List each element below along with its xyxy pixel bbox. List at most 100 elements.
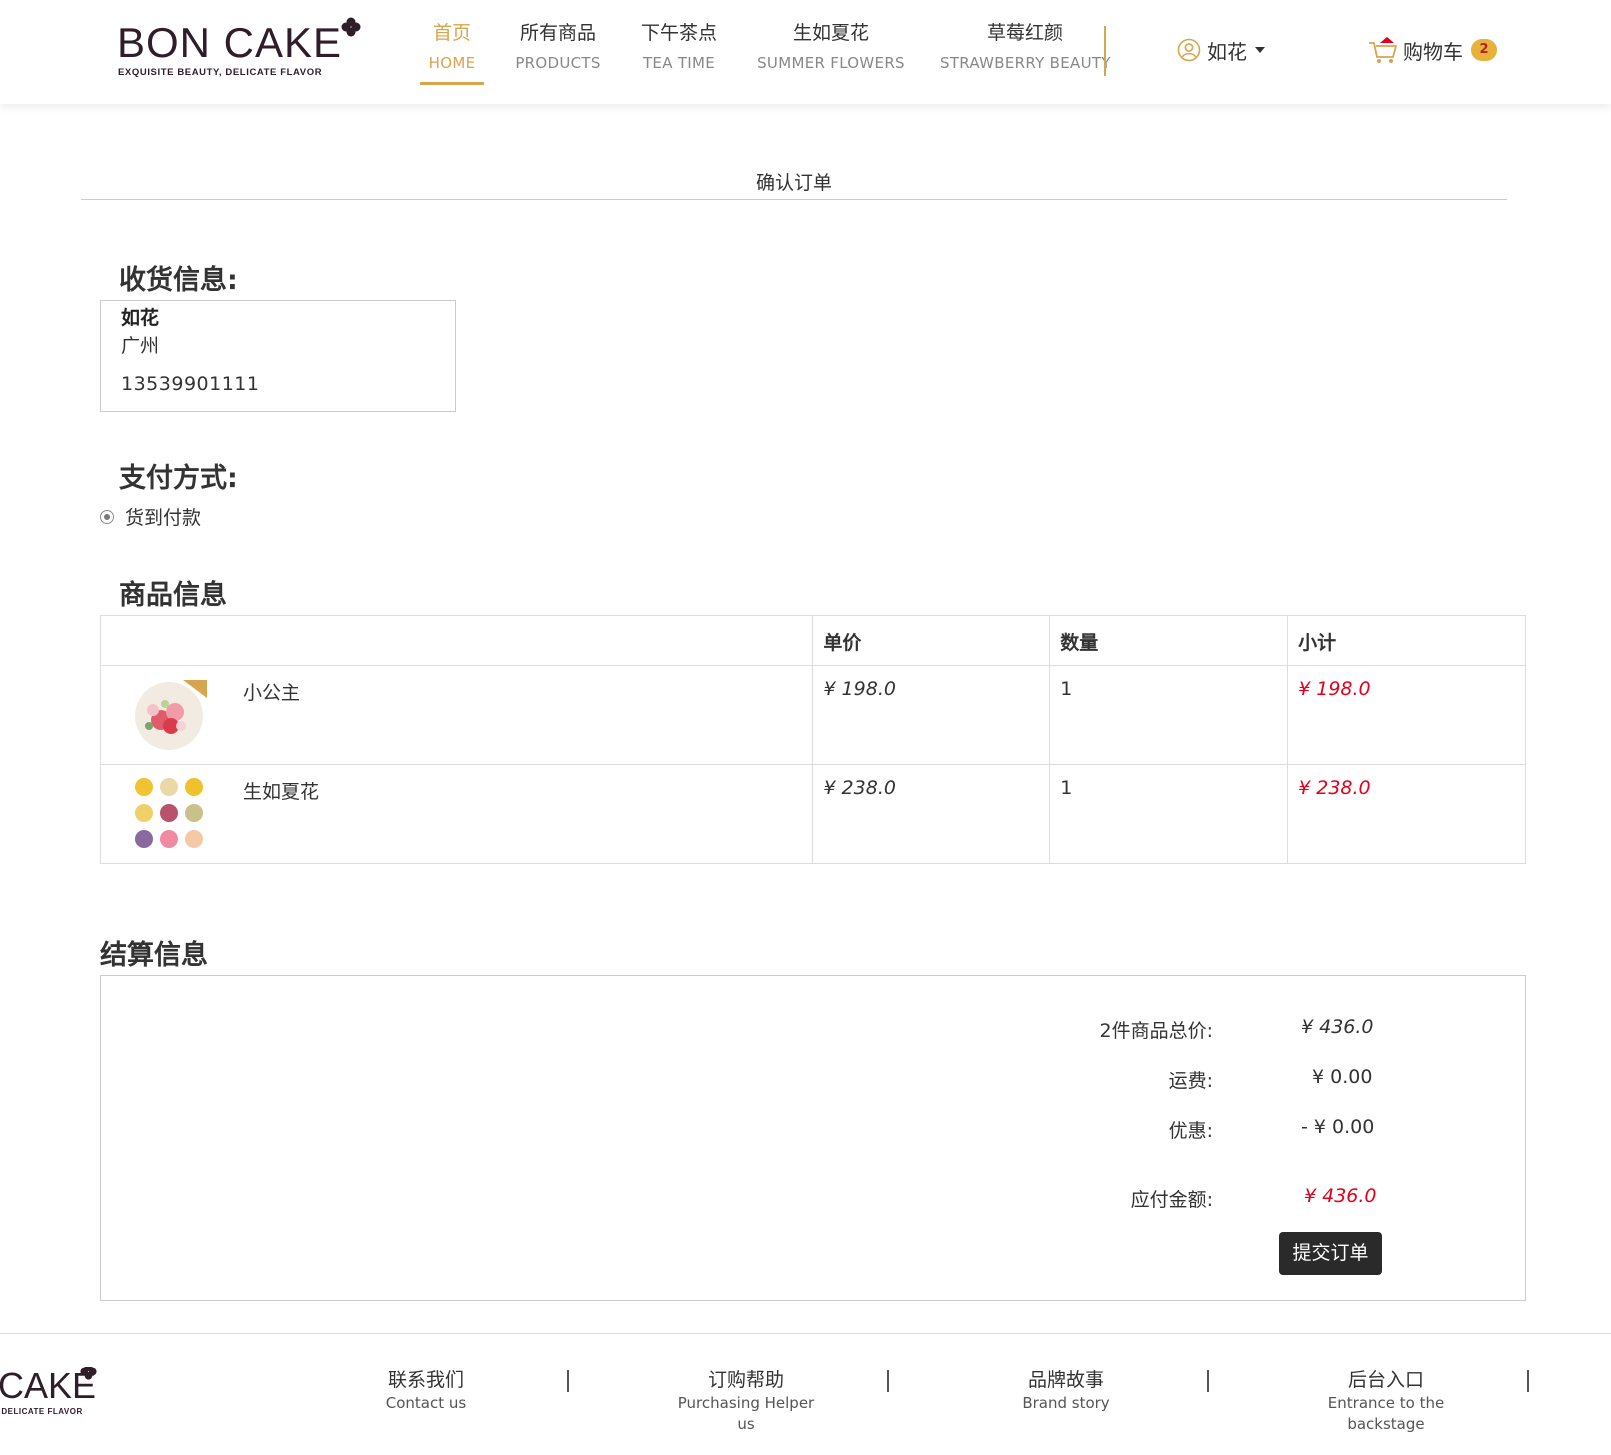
table-row: 小公主 ¥ 198.0 1 ¥ 198.0 bbox=[99, 665, 1526, 765]
radio-button[interactable] bbox=[100, 509, 114, 524]
submit-order-button[interactable]: 提交订单 bbox=[1279, 1232, 1382, 1275]
nav-tea-time[interactable]: 下午茶点 TEA TIME bbox=[636, 18, 722, 78]
cake-princess-image[interactable] bbox=[131, 676, 207, 752]
nav-home[interactable]: 首页 HOME bbox=[420, 18, 484, 85]
shipping-fee-row: 运费: ¥ 0.00 bbox=[101, 1066, 1527, 1096]
user-name: 如花 bbox=[1207, 39, 1247, 64]
footer-separator bbox=[1207, 1370, 1209, 1392]
column-header-subtotal: 小计 bbox=[1287, 615, 1526, 666]
product-cell: 小公主 bbox=[99, 665, 814, 765]
column-header-product bbox=[99, 615, 814, 666]
footer-link-purchasing-help[interactable]: 订购帮助 Purchasing Helper us bbox=[656, 1367, 836, 1435]
total-value: ¥ 436.0 bbox=[1301, 1016, 1374, 1038]
footer-link-brand-story-cn: 品牌故事 bbox=[1027, 1369, 1104, 1391]
quantity-cell: 1 bbox=[1049, 665, 1289, 765]
discount-label: 优惠: bbox=[1168, 1120, 1213, 1142]
footer-link-brand-story-en: Brand story bbox=[1022, 1394, 1110, 1412]
active-nav-underline bbox=[420, 82, 484, 85]
products-heading: 商品信息 bbox=[119, 580, 227, 611]
payment-option-cod[interactable]: 货到付款 bbox=[100, 503, 201, 530]
recipient-phone: 13539901111 bbox=[121, 373, 260, 395]
footer-separator bbox=[887, 1370, 889, 1392]
payable-value: ¥ 436.0 bbox=[1304, 1185, 1377, 1207]
footer-separator bbox=[567, 1370, 569, 1392]
table-header-row: 单价 数量 小计 bbox=[99, 615, 1526, 666]
site-header: BON CAKE EXQUISITE BEAUTY, DELICATE FLAV… bbox=[0, 0, 1611, 104]
shipping-fee-label: 运费: bbox=[1168, 1070, 1213, 1092]
nav-home-cn: 首页 bbox=[432, 22, 471, 44]
payable-label: 应付金额: bbox=[1130, 1189, 1213, 1211]
footer-link-contact[interactable]: 联系我们 Contact us bbox=[336, 1367, 516, 1414]
settlement-panel: 2件商品总价: ¥ 436.0 运费: ¥ 0.00 优惠: - ¥ 0.00 … bbox=[100, 975, 1526, 1301]
nav-tea-time-cn: 下午茶点 bbox=[640, 22, 717, 44]
product-name[interactable]: 生如夏花 bbox=[243, 777, 319, 804]
brand-logo[interactable]: BON CAKE EXQUISITE BEAUTY, DELICATE FLAV… bbox=[117, 17, 362, 80]
cart-button[interactable]: 购物车 2 bbox=[1367, 34, 1497, 66]
payable-row: 应付金额: ¥ 436.0 bbox=[101, 1185, 1527, 1215]
nav-strawberry-beauty-cn: 草莓红颜 bbox=[986, 22, 1063, 44]
nav-strawberry-beauty[interactable]: 草莓红颜 STRAWBERRY BEAUTY bbox=[940, 18, 1110, 78]
column-header-quantity: 数量 bbox=[1049, 615, 1289, 666]
address-card[interactable]: 如花 广州 13539901111 bbox=[100, 300, 456, 412]
product-cell: 生如夏花 bbox=[99, 764, 814, 864]
nav-products-cn: 所有商品 bbox=[519, 22, 596, 44]
nav-divider bbox=[1104, 26, 1106, 76]
user-circle-icon bbox=[1177, 38, 1201, 62]
quantity-cell: 1 bbox=[1049, 764, 1289, 864]
subtotal: ¥ 238.0 bbox=[1298, 777, 1371, 799]
footer-link-backstage-cn: 后台入口 bbox=[1347, 1369, 1424, 1391]
brand-tagline: EXQUISITE BEAUTY, DELICATE FLAVOR bbox=[118, 67, 323, 78]
footer-link-purchasing-help-cn: 订购帮助 bbox=[707, 1369, 784, 1391]
payment-option-label: 货到付款 bbox=[125, 507, 202, 529]
shipping-heading: 收货信息: bbox=[119, 265, 238, 296]
nav-strawberry-beauty-en: STRAWBERRY BEAUTY bbox=[940, 54, 1111, 72]
nav-summer-flowers[interactable]: 生如夏花 SUMMER FLOWERS bbox=[756, 18, 906, 78]
user-menu[interactable]: 如花 bbox=[1177, 36, 1265, 64]
cart-count-badge: 2 bbox=[1471, 39, 1497, 61]
flower-icon bbox=[341, 17, 361, 37]
cake-flowers-image[interactable] bbox=[131, 775, 207, 851]
quantity: 1 bbox=[1060, 777, 1073, 799]
quantity: 1 bbox=[1060, 678, 1073, 700]
table-row: 生如夏花 ¥ 238.0 1 ¥ 238.0 bbox=[99, 764, 1526, 864]
recipient-city: 广州 bbox=[121, 335, 160, 357]
footer-brand-tagline: EXQUISITE BEAUTY, DELICATE FLAVOR bbox=[0, 1407, 83, 1416]
page-title: 确认订单 bbox=[755, 172, 832, 194]
shopping-cart-icon bbox=[1369, 37, 1397, 63]
discount-value: - ¥ 0.00 bbox=[1301, 1116, 1375, 1138]
discount-row: 优惠: - ¥ 0.00 bbox=[101, 1116, 1527, 1146]
nav-summer-flowers-en: SUMMER FLOWERS bbox=[757, 54, 905, 72]
chevron-down-icon bbox=[1255, 47, 1265, 53]
settlement-heading: 结算信息 bbox=[100, 940, 208, 971]
nav-summer-flowers-cn: 生如夏花 bbox=[792, 22, 869, 44]
nav-products-en: PRODUCTS bbox=[515, 54, 601, 72]
title-divider bbox=[81, 199, 1507, 200]
unit-price: ¥ 198.0 bbox=[823, 678, 896, 700]
footer-link-backstage-en: Entrance to the backstage bbox=[1327, 1394, 1445, 1433]
column-header-unit-price: 单价 bbox=[812, 615, 1051, 666]
recipient-name: 如花 bbox=[121, 307, 160, 329]
total-row: 2件商品总价: ¥ 436.0 bbox=[101, 1016, 1527, 1046]
brand-name: BON CAKE bbox=[117, 19, 343, 66]
footer-link-brand-story[interactable]: 品牌故事 Brand story bbox=[976, 1367, 1156, 1414]
flower-icon bbox=[80, 1367, 97, 1380]
subtotal: ¥ 198.0 bbox=[1298, 678, 1371, 700]
unit-price-cell: ¥ 198.0 bbox=[812, 665, 1051, 765]
cart-label: 购物车 bbox=[1403, 39, 1463, 64]
products-table: 单价 数量 小计 小公主 ¥ 198.0 1 ¥ 198.0 生如夏花 ¥ 23… bbox=[99, 615, 1526, 864]
nav-products[interactable]: 所有商品 PRODUCTS bbox=[513, 18, 603, 78]
nav-tea-time-en: TEA TIME bbox=[642, 54, 716, 72]
footer-divider bbox=[0, 1333, 1611, 1334]
total-label: 2件商品总价: bbox=[1099, 1020, 1214, 1042]
footer-logo[interactable]: BON CAKE EXQUISITE BEAUTY, DELICATE FLAV… bbox=[0, 1367, 100, 1417]
unit-price: ¥ 238.0 bbox=[823, 777, 896, 799]
payment-heading: 支付方式: bbox=[119, 463, 238, 494]
footer-link-backstage[interactable]: 后台入口 Entrance to the backstage bbox=[1296, 1367, 1476, 1435]
footer-link-contact-cn: 联系我们 bbox=[387, 1369, 464, 1391]
footer-separator bbox=[1527, 1370, 1529, 1392]
nav-home-en: HOME bbox=[428, 54, 476, 72]
subtotal-cell: ¥ 238.0 bbox=[1287, 764, 1526, 864]
subtotal-cell: ¥ 198.0 bbox=[1287, 665, 1526, 765]
unit-price-cell: ¥ 238.0 bbox=[812, 764, 1051, 864]
product-name[interactable]: 小公主 bbox=[243, 678, 300, 705]
